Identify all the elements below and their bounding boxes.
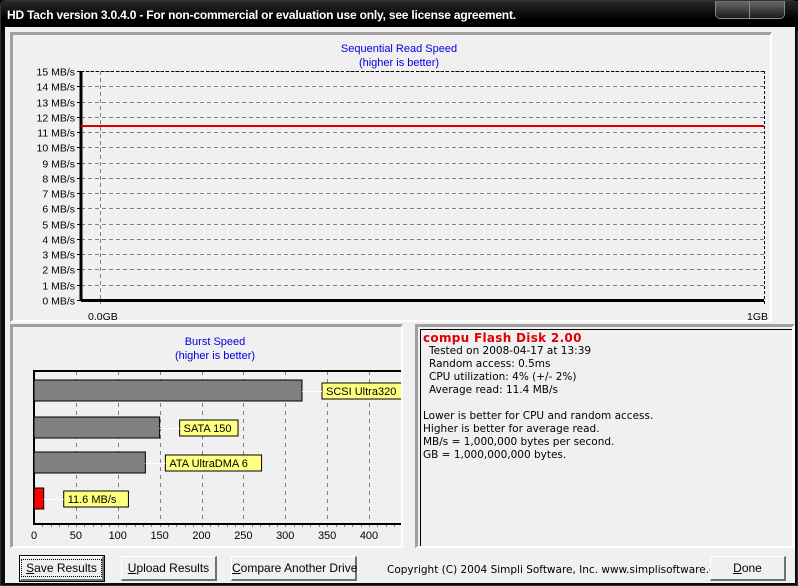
save-label: ave Results — [34, 561, 97, 575]
save-mnemonic: S — [26, 561, 35, 575]
burst-speed-panel: Burst Speed (higher is better) SCSI Ultr… — [10, 324, 413, 548]
results-text: compu Flash Disk 2.00 Tested on 2008-04-… — [420, 329, 792, 546]
burst-bar-label: ATA UltraDMA 6 — [169, 458, 247, 470]
sequential-read-chart: Sequential Read Speed (higher is better)… — [36, 43, 768, 323]
x-tick-label: 350 — [318, 530, 336, 542]
burst-bar-label: SCSI Ultra320 — [326, 386, 396, 398]
chart-title: Burst Speed — [185, 336, 246, 348]
y-tick-label: 12 MB/s — [36, 113, 75, 125]
note-line: GB = 1,000,000,000 bytes. — [423, 449, 567, 461]
upload-label: pload Results — [136, 561, 210, 575]
burst-bar-label: SATA 150 — [184, 423, 232, 435]
burst-bar — [33, 451, 146, 474]
y-tick-label: 8 MB/s — [42, 174, 75, 186]
info-line-cpu: CPU utilization: 4% (+/- 2%) — [429, 371, 577, 383]
close-button[interactable] — [750, 1, 784, 18]
burst-bar — [33, 487, 45, 510]
y-tick-label: 13 MB/s — [36, 98, 75, 110]
compare-another-drive-button[interactable]: Compare Another Drive — [231, 556, 357, 581]
info-line-tested: Tested on 2008-04-17 at 13:39 — [429, 345, 592, 357]
compare-label: ompare Another Drive — [240, 561, 358, 575]
burst-bar-label: 11.6 MB/s — [68, 494, 117, 506]
x-tick-label: 1GB — [747, 311, 768, 320]
results-info-panel: compu Flash Disk 2.00 Tested on 2008-04-… — [415, 324, 795, 548]
save-results-button[interactable]: Save Results — [19, 555, 105, 582]
x-tick-label: 300 — [276, 530, 294, 542]
x-tick-label: 200 — [192, 530, 210, 542]
chart-subtitle: (higher is better) — [175, 350, 255, 362]
window-title: HD Tach version 3.0.4.0 - For non-commer… — [7, 8, 516, 22]
y-tick-label: 0 MB/s — [42, 296, 75, 308]
y-tick-label: 9 MB/s — [42, 159, 75, 171]
x-tick-label: 150 — [150, 530, 168, 542]
y-tick-label: 5 MB/s — [42, 220, 75, 232]
y-tick-label: 4 MB/s — [42, 235, 75, 247]
note-line: MB/s = 1,000,000 bytes per second. — [423, 436, 615, 448]
x-tick-label: 50 — [70, 530, 82, 542]
info-line-average-read: Average read: 11.4 MB/s — [429, 384, 558, 396]
compare-mnemonic: C — [232, 561, 241, 575]
y-tick-label: 2 MB/s — [42, 265, 75, 277]
copyright-text: Copyright (C) 2004 Simpli Software, Inc.… — [387, 564, 732, 576]
note-line: Higher is better for average read. — [423, 423, 600, 435]
burst-bar — [33, 416, 161, 439]
y-tick-label: 3 MB/s — [42, 250, 75, 262]
drive-name: compu Flash Disk 2.00 — [423, 331, 582, 345]
y-tick-label: 15 MB/s — [36, 67, 75, 79]
x-tick-label: 250 — [234, 530, 252, 542]
x-tick-label: 0,0GB — [88, 311, 118, 320]
client-area: Sequential Read Speed (higher is better)… — [5, 27, 795, 583]
chart-subtitle: (higher is better) — [359, 57, 439, 69]
y-tick-label: 10 MB/s — [36, 143, 75, 155]
y-tick-label: 14 MB/s — [36, 82, 75, 94]
upload-results-button[interactable]: Upload Results — [121, 556, 217, 581]
info-line-random-access: Random access: 0.5ms — [429, 358, 551, 370]
sequential-read-panel: Sequential Read Speed (higher is better)… — [10, 32, 772, 323]
minimize-button[interactable] — [716, 1, 750, 18]
app-window: HD Tach version 3.0.4.0 - For non-commer… — [0, 0, 798, 586]
y-tick-label: 11 MB/s — [37, 128, 75, 140]
burst-bar — [33, 379, 303, 402]
window-controls — [715, 1, 785, 19]
chart-title: Sequential Read Speed — [341, 43, 457, 55]
burst-speed-chart: Burst Speed (higher is better) SCSI Ultr… — [31, 336, 413, 542]
y-tick-label: 1 MB/s — [42, 281, 75, 293]
y-tick-label: 6 MB/s — [42, 204, 75, 216]
done-label: one — [741, 561, 762, 575]
x-tick-label: 400 — [360, 530, 378, 542]
x-tick-label: 0 — [31, 530, 37, 542]
y-tick-label: 7 MB/s — [42, 189, 75, 201]
note-line: Lower is better for CPU and random acces… — [423, 410, 654, 422]
x-tick-label: 100 — [109, 530, 127, 542]
done-button[interactable]: Done — [710, 556, 786, 581]
done-mnemonic: D — [733, 561, 742, 575]
